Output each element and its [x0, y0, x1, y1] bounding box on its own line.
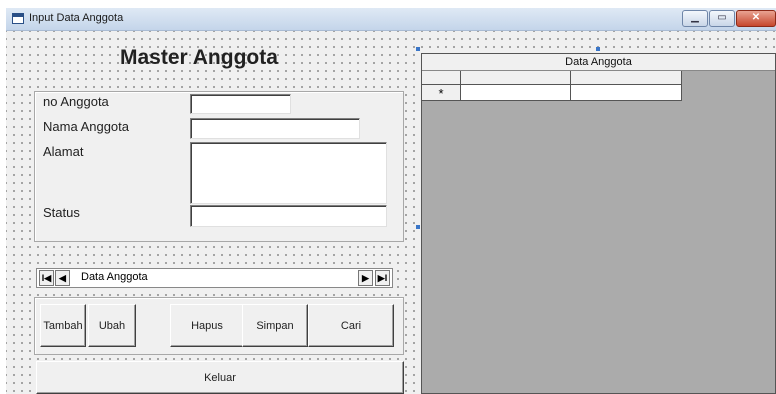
simpan-button[interactable]: Simpan — [242, 304, 308, 347]
data-grid[interactable]: Data Anggota * — [421, 53, 776, 394]
form-design-area: Master Anggota no Anggota Nama Anggota A… — [6, 31, 776, 394]
form-caption: Master Anggota — [120, 46, 278, 69]
data-navigator: I◀ ◀ Data Anggota ▶ ▶I — [36, 268, 393, 288]
selection-handle[interactable] — [596, 47, 600, 51]
window-title: Input Data Anggota — [29, 12, 124, 24]
close-icon: ✕ — [751, 12, 761, 23]
move-last-button[interactable]: ▶I — [375, 270, 390, 286]
grid-cell[interactable] — [571, 85, 682, 101]
maximize-icon: ▭ — [717, 12, 727, 23]
first-record-icon: I◀ — [41, 273, 52, 283]
minimize-icon: ▁ — [691, 12, 699, 23]
grid-column-header[interactable] — [571, 71, 682, 85]
form-icon — [12, 13, 24, 24]
grid-corner-header — [422, 71, 461, 85]
alamat-textarea[interactable] — [190, 142, 387, 204]
label-status: Status — [43, 205, 80, 220]
move-first-button[interactable]: I◀ — [39, 270, 54, 286]
navigator-caption: Data Anggota — [81, 271, 148, 283]
label-nama-anggota: Nama Anggota — [43, 119, 130, 134]
minimize-button[interactable]: ▁ — [682, 10, 708, 27]
app-window: Input Data Anggota ▁ ▭ ✕ Master Anggota … — [6, 8, 776, 394]
close-button[interactable]: ✕ — [736, 10, 776, 27]
ubah-button[interactable]: Ubah — [88, 304, 136, 347]
tambah-button[interactable]: Tambah — [40, 304, 86, 347]
grid-cell[interactable] — [461, 85, 571, 101]
title-bar[interactable]: Input Data Anggota ▁ ▭ ✕ — [6, 8, 776, 31]
last-record-icon: ▶I — [377, 273, 388, 283]
cari-button[interactable]: Cari — [308, 304, 394, 347]
grid-column-header[interactable] — [461, 71, 571, 85]
hapus-button[interactable]: Hapus — [170, 304, 244, 347]
selection-handle[interactable] — [416, 47, 420, 51]
move-prev-button[interactable]: ◀ — [55, 270, 70, 286]
next-record-icon: ▶ — [362, 273, 369, 283]
status-input[interactable] — [190, 205, 387, 227]
new-row-marker: * — [422, 85, 461, 101]
prev-record-icon: ◀ — [59, 273, 66, 283]
selection-handle[interactable] — [416, 225, 420, 229]
grid-caption: Data Anggota — [422, 54, 775, 71]
label-alamat: Alamat — [43, 144, 84, 159]
maximize-button[interactable]: ▭ — [709, 10, 735, 27]
keluar-button[interactable]: Keluar — [36, 361, 404, 394]
no-anggota-input[interactable] — [190, 94, 291, 114]
nama-anggota-input[interactable] — [190, 118, 360, 139]
move-next-button[interactable]: ▶ — [358, 270, 373, 286]
label-no-anggota: no Anggota — [43, 94, 109, 109]
